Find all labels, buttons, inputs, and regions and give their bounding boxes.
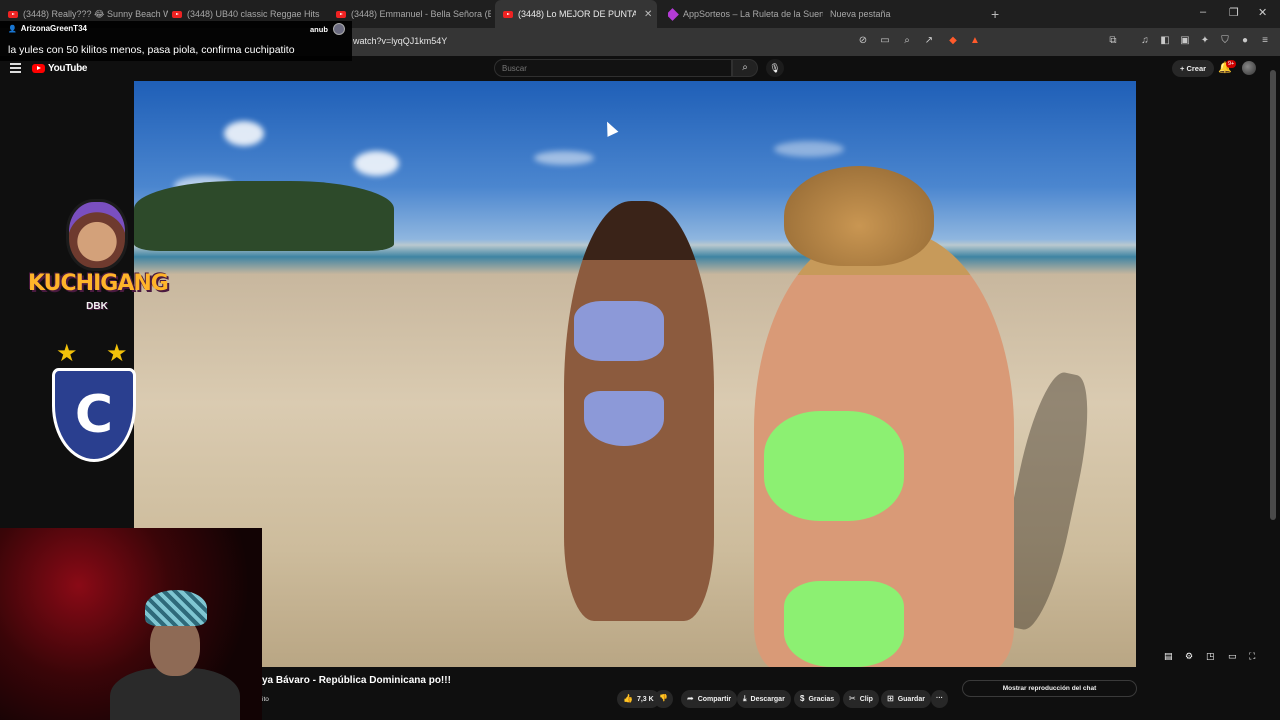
crest-letter: C [74,385,114,445]
eye-off-icon[interactable]: ⊘ [857,35,869,47]
user-avatar[interactable] [1242,61,1256,75]
chat-user-tag: anub [310,25,328,34]
settings-gear-icon[interactable]: ⚙ [1185,651,1193,662]
hamburger-menu-icon[interactable] [10,63,21,73]
tab-label: AppSorteos – La Ruleta de la Suerte [683,9,823,19]
share-label: Compartir [697,696,732,703]
minimize-button[interactable]: – [1200,6,1206,18]
thumbs-down-icon: 👎 [659,695,668,702]
youtube-favicon-icon [172,10,182,18]
clip-label: Clip [859,696,873,703]
clip-button[interactable]: ✂ Clip [843,690,879,708]
download-button[interactable]: ⤓ Descargar [737,690,791,708]
new-tab-button[interactable]: + [991,6,999,22]
cloud [774,141,844,157]
kuchigang-logo-subtext: DBK [86,301,108,312]
media-icon[interactable]: ♫ [1139,35,1151,47]
tab-label: (3448) Emmanuel - Bella Señora (Ext [351,9,491,19]
tab-label: (3448) Really??? 😂 Sunny Beach W... [23,8,168,19]
search-input[interactable] [494,59,732,77]
save-label: Guardar [897,696,925,703]
chat-message: la yules con 50 kilitos menos, pasa piol… [8,44,295,56]
appsorteos-favicon-icon [668,7,679,21]
share-icon[interactable]: ↗ [923,35,935,47]
download-label: Descargar [750,696,785,703]
swimsuit-bottom-blue [584,391,664,446]
swimsuit-bottom-green [784,581,904,667]
thanks-button[interactable]: $ Gracias [794,690,841,708]
subtitles-icon[interactable]: ▤ [1164,651,1173,662]
tab-nueva-pestana[interactable]: Nueva pestaña [830,0,930,28]
palm-trees [134,181,394,251]
like-count: 7,3 K [636,696,654,703]
theater-mode-icon[interactable]: ▭ [1228,651,1237,662]
zoom-icon[interactable]: ⌕ [901,35,913,47]
cast-icon[interactable]: ▭ [879,35,891,47]
restore-button[interactable]: ❐ [1229,6,1239,19]
thanks-label: Gracias [808,696,835,703]
cloud [354,151,399,176]
youtube-favicon-icon [8,10,18,18]
youtube-favicon-icon [336,10,346,18]
tab-label: (3448) UB40 classic Reggae Hits [187,9,320,19]
screenshot-icon[interactable]: ⧉ [1107,35,1119,47]
mascot-face-icon [66,199,128,271]
download-icon: ⤓ [743,694,747,703]
address-bar[interactable]: watch?v=lyqQJ1km54Y [353,36,447,46]
sidebar-icon[interactable]: ◧ [1159,35,1171,47]
channel-name[interactable]: ito [262,696,269,703]
kuchigang-logo: KUCHIGANG DBK [28,193,169,328]
menu-icon[interactable]: ≡ [1259,35,1271,47]
brave-shield-icon[interactable]: ◆ [947,35,959,47]
voice-search-icon[interactable]: 🎙 [766,59,784,77]
streamer-cap [145,590,207,626]
club-crest-logo: C [52,368,136,462]
share-arrow-icon: ➦ [687,694,694,703]
more-actions-button[interactable]: ··· [931,690,948,708]
tab-punta-cana[interactable]: (3448) Lo MEJOR DE PUNTA CA ✕ [495,0,657,28]
youtube-play-icon [32,64,45,73]
streamer-webcam [0,528,262,720]
swimsuit-top-green [764,411,904,521]
dislike-button[interactable]: 👎 [654,690,673,708]
youtube-favicon-icon [503,10,513,18]
miniplayer-icon[interactable]: ◳ [1206,651,1215,662]
chat-username: ArizonaGreenT34 [8,24,87,33]
star-icon: ★ [106,340,128,367]
cloud [224,121,264,146]
video-player[interactable] [134,81,1136,667]
star-icon: ★ [56,340,78,367]
notification-badge: 9+ [1226,60,1237,68]
wallet-icon[interactable]: ▣ [1179,35,1191,47]
save-button[interactable]: ⊞ Guardar [881,690,931,708]
bookmark-icon: ⊞ [887,694,894,703]
tab-emmanuel[interactable]: (3448) Emmanuel - Bella Señora (Ext [336,0,491,28]
straw-hat [784,166,934,266]
create-button[interactable]: + Crear [1172,60,1215,77]
thumbs-up-icon: 👍 [623,694,633,703]
kuchigang-logo-text: KUCHIGANG [28,271,169,296]
brave-rewards-icon[interactable]: ▲ [969,35,981,47]
vpn-icon[interactable]: ⛉ [1219,35,1231,47]
show-chat-replay-button[interactable]: Mostrar reproducción del chat [962,680,1137,697]
thanks-icon: $ [800,694,805,703]
tab-label: Nueva pestaña [830,9,891,19]
swimsuit-top-blue [574,301,664,361]
page-scrollbar[interactable] [1270,70,1276,520]
search-button[interactable]: ⌕ [732,59,758,77]
video-title: ya Bávaro - República Dominicana po!!! [262,675,451,686]
tab-label: (3448) Lo MEJOR DE PUNTA CA [518,9,636,19]
close-window-button[interactable]: ✕ [1258,6,1267,19]
share-button[interactable]: ➦ Compartir [681,690,738,708]
profile-icon[interactable]: ● [1239,35,1251,47]
scissors-icon: ✂ [849,694,856,703]
youtube-logo-text: YouTube [48,63,88,74]
chat-badge-icon [333,23,345,35]
fullscreen-icon[interactable]: ⛶ [1249,651,1255,662]
youtube-logo[interactable]: YouTube [32,63,88,74]
leo-ai-icon[interactable]: ✦ [1199,35,1211,47]
cloud [534,151,594,165]
tab-close-icon[interactable]: ✕ [644,9,652,20]
tab-appsorteos[interactable]: AppSorteos – La Ruleta de la Suerte [668,0,823,28]
